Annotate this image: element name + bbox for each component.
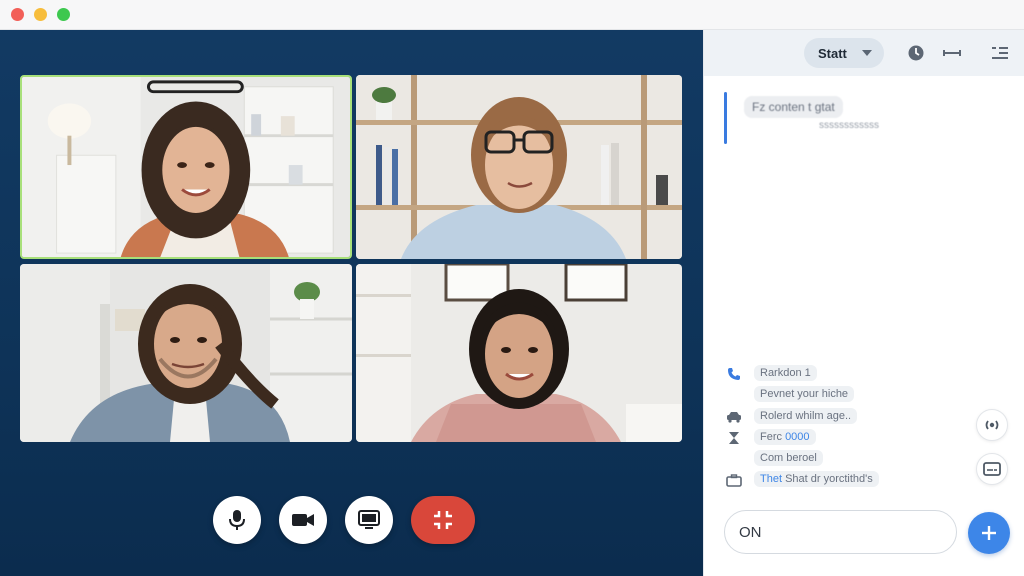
participant-tile-1[interactable] <box>20 75 352 259</box>
screen-share-icon <box>358 510 380 529</box>
list-item-text: Rarkdon 1 <box>754 365 817 381</box>
captions-button[interactable] <box>976 453 1008 485</box>
end-call-button[interactable] <box>411 496 475 544</box>
list-item-text: Rolerd whilm age.. <box>754 408 858 424</box>
list-item[interactable]: Rarkdon 1 <box>722 364 922 384</box>
phone-icon <box>726 367 742 381</box>
participants-list-button[interactable] <box>990 43 1010 63</box>
caption-icon <box>983 462 1001 476</box>
broadcast-icon <box>985 420 999 430</box>
status-dropdown[interactable]: Statt <box>804 38 884 68</box>
app-window: Statt Fz conten t gtat ssssssssssss Rark… <box>0 0 1024 576</box>
pinned-indicator <box>724 92 727 144</box>
list-item[interactable]: Rolerd whilm age.. <box>722 407 922 427</box>
video-camera-icon <box>292 514 314 526</box>
status-label: Statt <box>818 45 847 61</box>
pinned-message[interactable]: Fz conten t gtat ssssssssssss <box>724 92 924 144</box>
car-icon <box>726 410 742 424</box>
close-window-button[interactable] <box>11 8 24 21</box>
mute-microphone-button[interactable] <box>213 496 261 544</box>
broadcast-button[interactable] <box>976 409 1008 441</box>
list-item-highlight: Thet <box>760 473 783 485</box>
panel-header: Statt <box>704 30 1024 76</box>
side-panel: Statt Fz conten t gtat ssssssssssss Rark… <box>703 30 1024 576</box>
participant-video-1 <box>22 77 350 257</box>
pinned-message-text: Fz conten t gtat <box>744 96 843 118</box>
minimize-window-button[interactable] <box>34 8 47 21</box>
briefcase-icon <box>726 473 742 487</box>
toggle-camera-button[interactable] <box>279 496 327 544</box>
list-item-text: Thet Shat dr yorctithd's <box>754 471 879 487</box>
title-bar <box>0 0 1024 30</box>
list-item[interactable]: Pevnet your hiche <box>722 385 922 405</box>
participant-tile-3[interactable] <box>20 264 352 442</box>
list-item-highlight: 0000 <box>785 431 810 443</box>
participant-video-2 <box>356 75 682 259</box>
chevron-down-icon <box>862 50 872 56</box>
list-icon <box>992 47 1008 59</box>
video-stage <box>0 30 703 576</box>
list-item-text: Com beroel <box>754 450 823 466</box>
list-item[interactable]: Ferc 0000 <box>722 428 922 448</box>
pinned-message-subtext: ssssssssssss <box>819 120 879 131</box>
clock-icon <box>908 45 924 61</box>
share-screen-button[interactable] <box>345 496 393 544</box>
participant-tile-2[interactable] <box>356 75 682 259</box>
zoom-window-button[interactable] <box>57 8 70 21</box>
microphone-icon <box>229 510 245 530</box>
add-button[interactable] <box>968 512 1010 554</box>
participant-video-3 <box>20 264 352 442</box>
link-icon <box>943 50 961 56</box>
participant-video-4 <box>356 264 682 442</box>
message-input[interactable] <box>724 510 957 554</box>
list-item-text: Ferc 0000 <box>754 429 816 445</box>
history-button[interactable] <box>906 43 926 63</box>
hourglass-icon <box>726 431 742 445</box>
list-item[interactable]: Thet Shat dr yorctithd's <box>722 470 922 490</box>
plus-icon <box>982 526 996 540</box>
link-button[interactable] <box>942 43 962 63</box>
call-controls <box>0 496 703 546</box>
list-item[interactable]: Com beroel <box>722 449 922 469</box>
fullscreen-exit-icon <box>434 511 452 529</box>
list-item-text: Pevnet your hiche <box>754 386 855 402</box>
participant-tile-4[interactable] <box>356 264 682 442</box>
